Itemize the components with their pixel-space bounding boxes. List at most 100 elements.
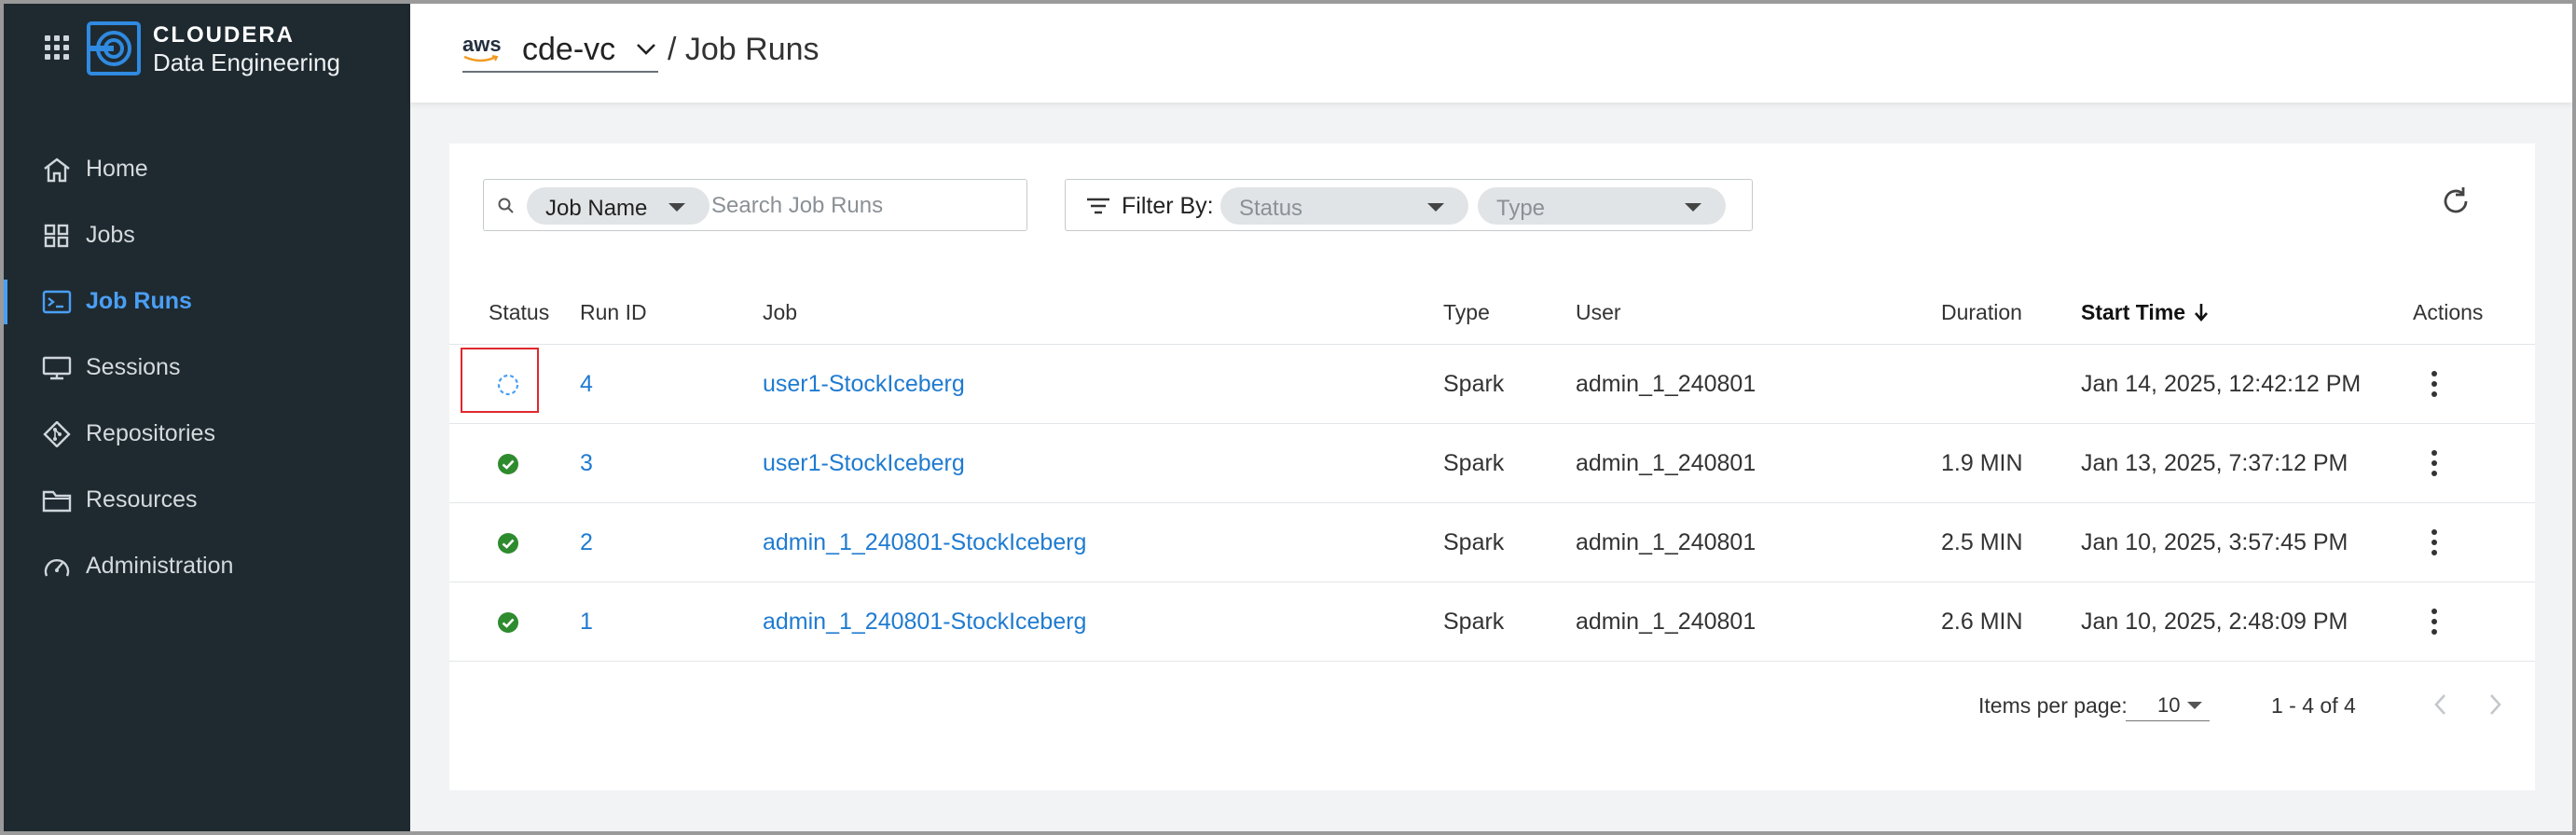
jobs-grid-icon [44,224,69,248]
run-id-link[interactable]: 2 [580,529,593,556]
job-start-time: Jan 10, 2025, 2:48:09 PM [2081,609,2349,635]
more-actions-icon[interactable] [2430,609,2439,638]
sidebar-item-label: Repositories [86,420,215,446]
status-filter-dropdown[interactable]: Status [1220,187,1468,225]
column-header-actions: Actions [2413,300,2484,324]
run-id-link[interactable]: 1 [580,609,593,636]
breadcrumb: / Job Runs [668,32,820,67]
virtual-cluster-selector[interactable]: aws cde-vc [462,28,658,73]
run-id-link[interactable]: 4 [580,371,593,398]
product-name: Data Engineering [153,48,340,76]
search-icon [498,198,514,213]
status-success-icon [487,522,530,565]
search-input[interactable] [711,191,1010,221]
column-header-status[interactable]: Status [489,300,549,325]
brand-area: CLOUDERA Data Engineering [4,4,410,88]
table-row: 2 admin_1_240801-StockIceberg Spark admi… [449,503,2535,582]
start-time-label: Start Time [2081,300,2186,324]
more-actions-icon[interactable] [2430,450,2439,480]
column-header-start-time[interactable]: Start Time [2081,300,2210,325]
more-actions-icon[interactable] [2430,371,2439,401]
job-type: Spark [1443,609,1505,635]
filter-label: Filter By: [1122,193,1214,219]
table-row: 3 user1-StockIceberg Spark admin_1_24080… [449,424,2535,503]
terminal-icon [42,290,72,314]
caret-down-icon [1427,203,1444,212]
job-start-time: Jan 14, 2025, 12:42:12 PM [2081,371,2362,397]
monitor-icon [42,356,72,380]
caret-down-icon [1685,203,1701,212]
sidebar-item-repositories[interactable]: Repositories [4,401,410,467]
sidebar-item-label: Resources [86,486,198,513]
folder-icon [42,490,72,513]
sidebar-item-jobs[interactable]: Jobs [4,202,410,268]
job-link[interactable]: user1-StockIceberg [763,371,965,398]
next-page-icon[interactable] [2484,691,2506,718]
refresh-icon[interactable] [2439,185,2473,218]
sidebar-item-label: Administration [86,553,234,579]
job-user: admin_1_240801 [1576,450,1756,476]
search-bar: Job Name [483,179,1027,231]
sidebar-item-resources[interactable]: Resources [4,467,410,533]
cloud-provider-label: aws [462,33,502,56]
sidebar-nav: Home Jobs Job Runs Sessions Repositories… [4,136,410,599]
job-start-time: Jan 13, 2025, 7:37:12 PM [2081,450,2349,476]
sidebar-item-administration[interactable]: Administration [4,533,410,599]
job-user: admin_1_240801 [1576,609,1756,635]
top-bar: aws cde-vc / Job Runs [410,4,2572,103]
table-row: 4 user1-StockIceberg Spark admin_1_24080… [449,345,2535,424]
sidebar: CLOUDERA Data Engineering Home Jobs Job … [4,4,410,831]
filter-icon [1087,198,1109,214]
page-range: 1 - 4 of 4 [2271,693,2356,718]
sidebar-item-job-runs[interactable]: Job Runs [4,268,410,335]
sidebar-item-label: Job Runs [86,288,192,314]
sidebar-item-label: Jobs [86,222,135,248]
status-running-icon [487,363,530,406]
items-per-page-select[interactable]: 10 [2126,688,2210,721]
app-switcher-icon[interactable] [45,35,69,60]
column-header-run-id[interactable]: Run ID [580,300,647,325]
pagination: Items per page: 10 1 - 4 of 4 [449,675,2535,731]
brand-text: CLOUDERA Data Engineering [153,22,340,76]
main-content: aws cde-vc / Job Runs Job Name Search Jo… [410,4,2572,831]
type-filter-placeholder: Type [1496,196,1546,221]
status-success-icon [487,443,530,486]
cloudera-logo-icon [87,21,141,75]
type-filter-dropdown[interactable]: Type [1478,187,1726,225]
items-per-page-label: Items per page: [1978,693,2128,718]
column-header-job[interactable]: Job [763,300,797,325]
search-field-selector[interactable]: Job Name [527,187,709,225]
sidebar-item-label: Sessions [86,354,181,380]
job-type: Spark [1443,371,1505,397]
table-row: 1 admin_1_240801-StockIceberg Spark admi… [449,582,2535,662]
sidebar-item-home[interactable]: Home [4,136,410,202]
column-header-user[interactable]: User [1576,300,1621,325]
job-type: Spark [1443,529,1505,555]
search-field-label: Job Name [545,196,648,221]
app-window: CLOUDERA Data Engineering Home Jobs Job … [4,4,2572,831]
more-actions-icon[interactable] [2430,529,2439,559]
status-filter-placeholder: Status [1239,196,1303,221]
run-id-link[interactable]: 3 [580,450,593,477]
job-link[interactable]: user1-StockIceberg [763,450,965,477]
job-runs-card: Job Name Filter By: Status Type [449,144,2535,790]
column-header-duration[interactable]: Duration [1941,300,2022,325]
brand-name: CLOUDERA [153,22,295,48]
job-link[interactable]: admin_1_240801-StockIceberg [763,529,1086,556]
previous-page-icon[interactable] [2430,691,2452,718]
job-user: admin_1_240801 [1576,371,1756,397]
column-header-type[interactable]: Type [1443,300,1490,325]
aws-logo-icon: aws [462,33,503,63]
virtual-cluster-name: cde-vc [522,32,616,67]
sidebar-item-sessions[interactable]: Sessions [4,335,410,401]
job-user: admin_1_240801 [1576,529,1756,555]
job-link[interactable]: admin_1_240801-StockIceberg [763,609,1086,636]
git-icon [43,421,71,447]
items-per-page-value: 10 [2157,693,2181,717]
home-icon [44,157,70,183]
job-duration: 1.9 MIN [1941,450,2023,476]
gauge-icon [44,559,70,577]
table-header: Status Run ID Job Type User Duration Sta… [449,274,2535,345]
job-duration: 2.5 MIN [1941,529,2023,555]
job-duration: 2.6 MIN [1941,609,2023,635]
